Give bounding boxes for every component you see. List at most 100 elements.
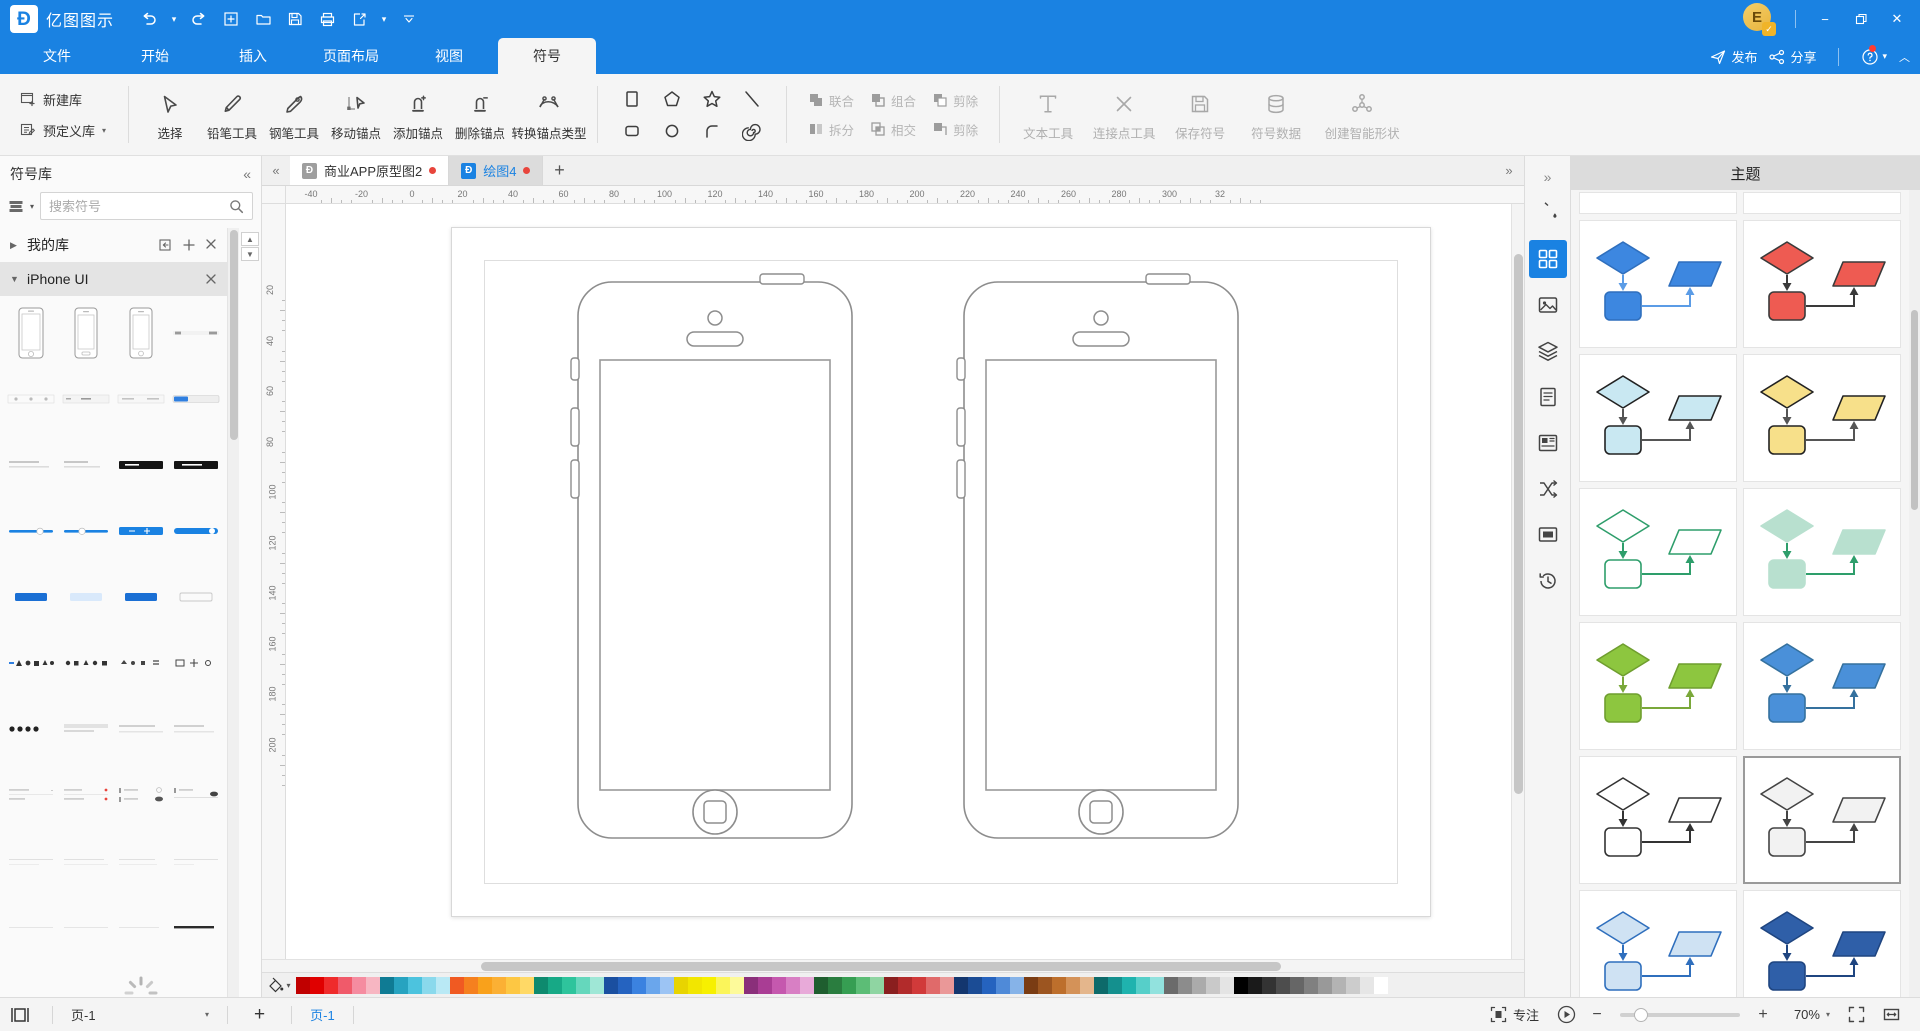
star-shape[interactable] (692, 83, 732, 115)
paint-bucket-icon[interactable]: ▾ (262, 977, 296, 994)
symbol-iphone-portrait-3[interactable] (114, 302, 169, 364)
line-shape[interactable] (732, 83, 772, 115)
zoom-slider[interactable] (1619, 1007, 1740, 1022)
rectangle-shape[interactable] (612, 83, 652, 115)
zoom-in-button[interactable]: + (1752, 1006, 1774, 1024)
layers-icon[interactable] (1529, 332, 1567, 370)
color-swatch[interactable] (674, 976, 688, 994)
symbol-form-row-4[interactable] (168, 764, 223, 826)
color-swatch[interactable] (1122, 976, 1136, 994)
color-swatch[interactable] (1052, 976, 1066, 994)
color-swatch[interactable] (828, 976, 842, 994)
horizontal-ruler[interactable]: -40 -20 0 20 40 60 80 100 120 140 160 180 200 220 240 2… (286, 186, 1511, 204)
color-swatch[interactable] (492, 976, 506, 994)
connector-point-button[interactable]: 连接点工具 (1086, 74, 1162, 155)
symbol-segmented-control[interactable] (168, 368, 223, 430)
tab-symbol[interactable]: 符号 (498, 38, 596, 74)
save-symbol-button[interactable]: 保存符号 (1162, 74, 1238, 155)
theme-card[interactable] (1743, 488, 1901, 616)
symbol-text-row-2[interactable] (59, 434, 114, 496)
symbol-slider-1[interactable] (4, 500, 59, 562)
arc-shape[interactable] (692, 115, 732, 147)
undo-icon[interactable] (134, 5, 164, 33)
category-my-library[interactable]: ▶ 我的库 (0, 228, 227, 262)
zoom-dropdown-caret-icon[interactable]: ▾ (1822, 1010, 1838, 1019)
color-swatch[interactable] (1206, 976, 1220, 994)
symbol-toolbar[interactable] (114, 368, 169, 430)
symbol-thin-line-2[interactable] (59, 896, 114, 958)
color-swatch[interactable] (884, 976, 898, 994)
tool-pencil[interactable]: 铅笔工具 (201, 74, 263, 155)
color-swatch[interactable] (1192, 976, 1206, 994)
document-tab-2[interactable]: Ð 绘图4 (449, 156, 544, 185)
scrollbar-thumb[interactable] (1514, 254, 1523, 794)
boolean-split[interactable]: 拆分 (803, 117, 859, 142)
theme-card[interactable] (1743, 890, 1901, 997)
tab-page-layout[interactable]: 页面布局 (302, 38, 400, 74)
boolean-combine[interactable]: 组合 (865, 88, 921, 113)
symbol-panel-scrollbar[interactable] (227, 228, 239, 997)
color-swatch[interactable] (898, 976, 912, 994)
iphone-wireframe[interactable] (956, 260, 1246, 860)
category-iphone-ui[interactable]: ▼ iPhone UI (0, 262, 227, 296)
symbol-blank-1[interactable] (4, 962, 59, 997)
minimize-button[interactable]: − (1808, 4, 1842, 34)
theme-card[interactable] (1579, 354, 1737, 482)
symbol-dots-row[interactable] (4, 698, 59, 760)
color-swatch[interactable] (1220, 976, 1234, 994)
chevron-down-icon[interactable] (394, 5, 424, 33)
color-swatch[interactable] (1010, 976, 1024, 994)
color-swatch[interactable] (1066, 976, 1080, 994)
search-input[interactable] (49, 198, 229, 214)
color-swatch[interactable] (1290, 976, 1304, 994)
scrollbar-thumb[interactable] (230, 230, 238, 440)
symbol-spinner[interactable] (114, 962, 169, 997)
color-swatch[interactable] (1262, 976, 1276, 994)
color-swatch[interactable] (338, 976, 352, 994)
symbol-iphone-portrait-1[interactable] (4, 302, 59, 364)
tool-move-anchor[interactable]: 移动锚点 (325, 74, 387, 155)
scrollbar-thumb[interactable] (481, 962, 1281, 971)
fit-page-button[interactable] (1840, 1006, 1873, 1023)
theme-icon[interactable] (1528, 240, 1567, 278)
symbol-list-block-3[interactable] (168, 698, 223, 760)
tool-add-anchor[interactable]: 添加锚点 (387, 74, 449, 155)
theme-card[interactable] (1743, 354, 1901, 482)
tool-convert-anchor[interactable]: 转换锚点类型 (511, 74, 587, 155)
boolean-union[interactable]: 联合 (803, 88, 859, 113)
color-swatch[interactable] (1304, 976, 1318, 994)
color-swatch[interactable] (646, 976, 660, 994)
symbol-stepper[interactable] (114, 500, 169, 562)
color-swatch[interactable] (450, 976, 464, 994)
tool-select[interactable]: 选择 (139, 74, 201, 155)
page-selector[interactable]: 页-1 ▾ (65, 1003, 215, 1027)
add-page-button[interactable]: + (240, 1004, 279, 1026)
color-swatch[interactable] (618, 976, 632, 994)
symbol-thick-bar[interactable] (168, 896, 223, 958)
color-swatch[interactable] (744, 976, 758, 994)
presentation-icon[interactable] (1529, 516, 1567, 554)
color-swatch[interactable] (478, 976, 492, 994)
new-file-icon[interactable] (216, 5, 246, 33)
color-swatch[interactable] (408, 976, 422, 994)
save-icon[interactable] (280, 5, 310, 33)
symbol-search-box[interactable] (40, 192, 253, 220)
scrollbar-thumb[interactable] (1911, 310, 1918, 510)
export-caret-icon[interactable]: ▾ (376, 5, 392, 33)
color-swatch[interactable] (506, 976, 520, 994)
color-swatch[interactable] (324, 976, 338, 994)
symbol-black-bar-2[interactable] (168, 434, 223, 496)
symbol-list-block-1[interactable] (59, 698, 114, 760)
color-swatch[interactable] (1360, 976, 1374, 994)
color-swatch[interactable] (1346, 976, 1360, 994)
color-swatch[interactable] (716, 976, 730, 994)
color-swatch[interactable] (730, 976, 744, 994)
color-swatch[interactable] (772, 976, 786, 994)
theme-card[interactable] (1579, 622, 1737, 750)
share-button[interactable]: 分享 (1769, 47, 1816, 66)
help-button[interactable]: ▾ (1861, 44, 1887, 66)
symbol-blank-3[interactable] (168, 962, 223, 997)
color-swatch[interactable] (758, 976, 772, 994)
scroll-down-button[interactable]: ▼ (241, 247, 259, 261)
collapse-left-icon[interactable]: « (243, 166, 251, 182)
